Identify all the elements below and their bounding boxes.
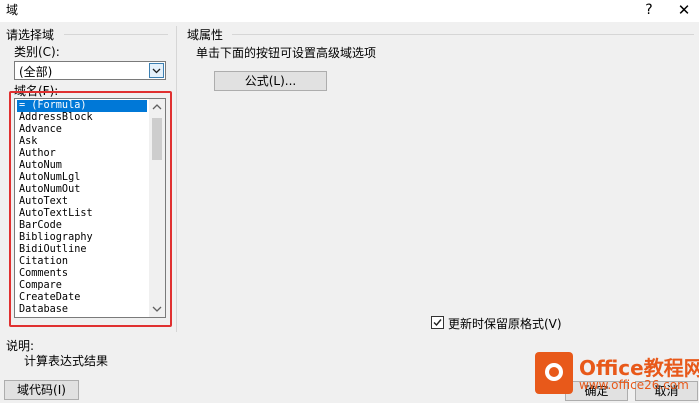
close-button[interactable]: ✕ <box>672 0 696 22</box>
dialog-title: 域 <box>6 3 19 17</box>
category-dropdown[interactable]: (全部) <box>14 61 166 80</box>
vertical-separator <box>176 26 177 332</box>
select-field-group-heading: 请选择域 <box>6 28 55 42</box>
description-text: 计算表达式结果 <box>24 354 109 368</box>
watermark: Office教程网 www.office26.com <box>535 350 699 400</box>
watermark-title: Office教程网 <box>579 356 699 380</box>
highlight-annotation <box>9 91 172 327</box>
chevron-down-icon[interactable] <box>149 63 164 78</box>
category-value: (全部) <box>19 65 53 79</box>
group-divider <box>64 34 168 35</box>
title-bar <box>0 0 699 22</box>
office-logo-icon <box>535 352 573 394</box>
group-divider <box>232 34 694 35</box>
preserve-format-checkbox[interactable] <box>431 316 444 329</box>
formula-button[interactable]: 公式(L)... <box>214 71 327 91</box>
help-button[interactable]: ? <box>637 0 661 22</box>
field-properties-heading: 域属性 <box>187 28 224 42</box>
watermark-url: www.office26.com <box>579 378 689 392</box>
advanced-options-hint: 单击下面的按钮可设置高级域选项 <box>196 46 377 60</box>
category-label: 类别(C): <box>14 45 60 59</box>
field-codes-button[interactable]: 域代码(I) <box>4 380 79 400</box>
preserve-format-label[interactable]: 更新时保留原格式(V) <box>448 315 562 332</box>
